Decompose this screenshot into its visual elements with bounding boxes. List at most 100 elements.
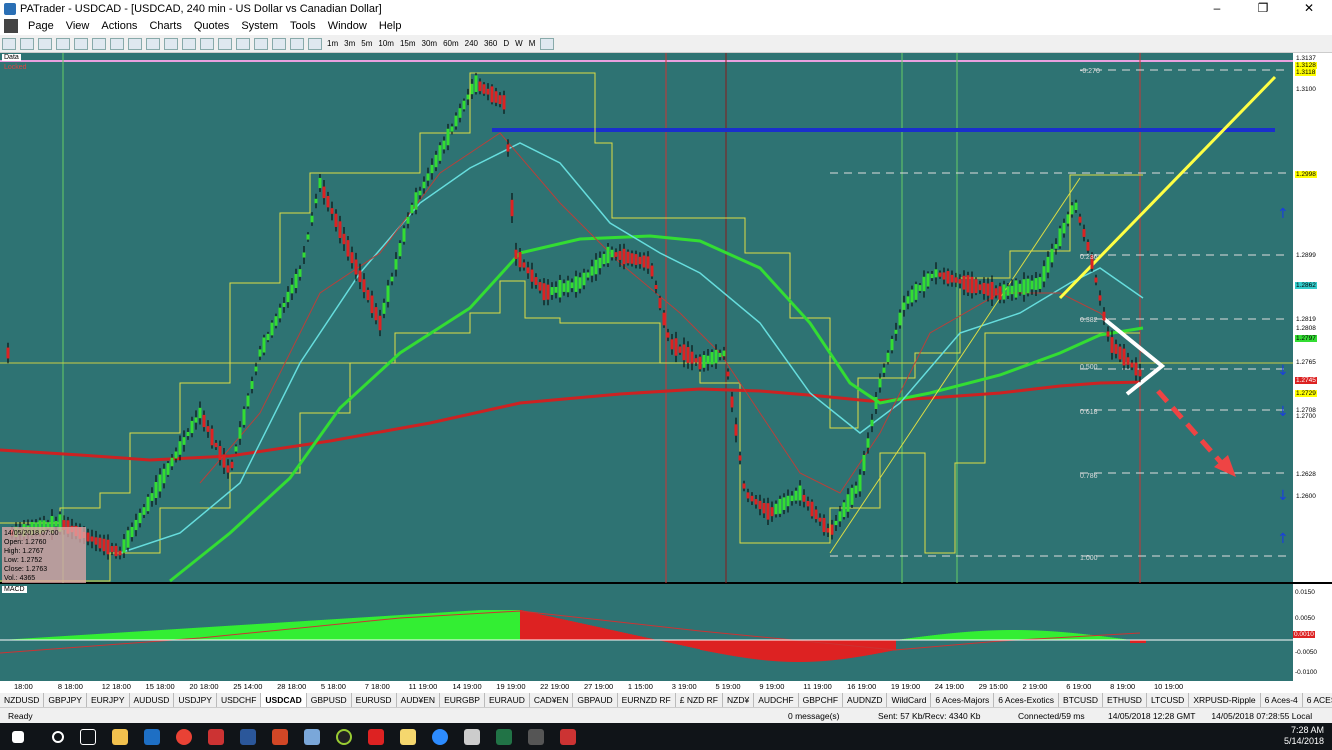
app-icon[interactable]	[368, 728, 384, 745]
tab-eurusd[interactable]: EURUSD	[352, 693, 397, 707]
menu-window[interactable]: Window	[322, 20, 373, 32]
grid-tool-icon[interactable]	[236, 37, 250, 50]
menu-system[interactable]: System	[235, 20, 284, 32]
word-icon[interactable]	[240, 728, 256, 745]
tab-gbpusd[interactable]: GBPUSD	[307, 693, 352, 707]
file-explorer-icon[interactable]	[112, 728, 128, 745]
chart-area[interactable]: ↑ ↓ ↓ ↓ ↑ Data Locked -0.270 0.236 0.382…	[0, 53, 1332, 693]
tab-cad-en[interactable]: CAD¥EN	[530, 693, 574, 707]
tab-ethusd[interactable]: ETHUSD	[1103, 693, 1147, 707]
macd-bar	[1008, 630, 1010, 640]
menu-quotes[interactable]: Quotes	[188, 20, 235, 32]
fib-tool-icon[interactable]	[200, 37, 214, 50]
candle-body	[746, 492, 750, 499]
app-icon[interactable]	[336, 728, 352, 745]
tab-nzdusd[interactable]: NZDUSD	[0, 693, 45, 707]
menu-actions[interactable]: Actions	[95, 20, 143, 32]
task-view-icon[interactable]	[80, 728, 96, 745]
menu-help[interactable]: Help	[373, 20, 408, 32]
tab-gbpjpy[interactable]: GBPJPY	[44, 693, 87, 707]
minimize-icon[interactable]: –	[1194, 0, 1240, 17]
tab-usdcad[interactable]: USDCAD	[261, 693, 307, 707]
tab-nzd-[interactable]: NZD¥	[723, 693, 755, 707]
tab-6-aces-4[interactable]: 6 Aces-4	[1261, 693, 1303, 707]
menu-tools[interactable]: Tools	[284, 20, 322, 32]
line-tool-icon[interactable]	[110, 37, 124, 50]
tab-eurjpy[interactable]: EURJPY	[87, 693, 130, 707]
clock-icon[interactable]	[540, 37, 555, 50]
grid-tool-icon[interactable]	[254, 37, 268, 50]
fib-tool-icon[interactable]	[164, 37, 178, 50]
excel-icon[interactable]	[496, 728, 512, 745]
tab-eurnzd-rf[interactable]: EURNZD RF	[618, 693, 676, 707]
app-icon[interactable]	[304, 728, 320, 745]
timeframe-3m[interactable]: 3m	[341, 39, 358, 48]
menu-charts[interactable]: Charts	[143, 20, 187, 32]
timeframe-d[interactable]: D	[500, 39, 512, 48]
tab-xrpusd-ripple[interactable]: XRPUSD-Ripple	[1189, 693, 1261, 707]
notes-icon[interactable]	[400, 728, 416, 745]
zoom-icon[interactable]	[432, 728, 448, 745]
timeframe-240[interactable]: 240	[462, 39, 481, 48]
timeframe-5m[interactable]: 5m	[358, 39, 375, 48]
line-tool-icon[interactable]	[128, 37, 142, 50]
tab-gbpchf[interactable]: GBPCHF	[799, 693, 844, 707]
timeframe-w[interactable]: W	[512, 39, 526, 48]
chrome-icon[interactable]	[176, 728, 192, 745]
grid-tool-icon[interactable]	[272, 37, 286, 50]
menu-view[interactable]: View	[60, 20, 96, 32]
tab-wildcard[interactable]: WildCard	[887, 693, 932, 707]
text-tool-icon[interactable]	[290, 37, 304, 50]
candle-body	[262, 337, 266, 353]
line-tool-icon[interactable]	[92, 37, 106, 50]
cross-icon[interactable]	[56, 37, 70, 50]
maximize-icon[interactable]: ❐	[1240, 0, 1286, 17]
app-icon[interactable]	[208, 728, 224, 745]
timeframe-360[interactable]: 360	[481, 39, 500, 48]
powerpoint-icon[interactable]	[272, 728, 288, 745]
tab--nzd-rf[interactable]: £ NZD RF	[676, 693, 723, 707]
tab-audusd[interactable]: AUDUSD	[130, 693, 175, 707]
app-icon[interactable]	[528, 728, 544, 745]
tool-icon[interactable]	[2, 37, 16, 50]
timeframe-m[interactable]: M	[526, 39, 539, 48]
windows-start-icon[interactable]	[12, 730, 24, 743]
taskbar-clock[interactable]: 7:28 AM 5/14/2018	[1284, 725, 1324, 747]
candle-body	[666, 332, 670, 338]
tool-icon[interactable]	[38, 37, 52, 50]
tab-euraud[interactable]: EURAUD	[485, 693, 530, 707]
menu-page[interactable]: Page	[22, 20, 60, 32]
timeframe-30m[interactable]: 30m	[419, 39, 441, 48]
patrader-icon[interactable]	[560, 728, 576, 745]
tab-eurgbp[interactable]: EURGBP	[440, 693, 485, 707]
tool-icon[interactable]	[20, 37, 34, 50]
outlook-icon[interactable]	[144, 728, 160, 745]
tab-gbpaud[interactable]: GBPAUD	[573, 693, 618, 707]
macd-bar	[768, 640, 770, 661]
tab-6-aces-exotics[interactable]: 6 Aces-Exotics	[994, 693, 1060, 707]
app-menu-icon[interactable]	[4, 19, 18, 33]
search-icon[interactable]	[52, 730, 64, 743]
tab-audchf[interactable]: AUDCHF	[754, 693, 799, 707]
timeframe-10m[interactable]: 10m	[375, 39, 397, 48]
tab-usdjpy[interactable]: USDJPY	[174, 693, 217, 707]
cursor-icon[interactable]	[74, 37, 88, 50]
timeframe-60m[interactable]: 60m	[440, 39, 462, 48]
erase-tool-icon[interactable]	[308, 37, 322, 50]
grid-tool-icon[interactable]	[218, 37, 232, 50]
price-chart[interactable]: ↑ ↓ ↓ ↓ ↑	[0, 53, 1332, 693]
fib-tool-icon[interactable]	[146, 37, 160, 50]
tab-usdchf[interactable]: USDCHF	[217, 693, 262, 707]
tab-btcusd[interactable]: BTCUSD	[1059, 693, 1103, 707]
tab-6-aces-2[interactable]: 6 ACES 2	[1303, 693, 1332, 707]
close-icon[interactable]: ✕	[1286, 0, 1332, 17]
fib-tool-icon[interactable]	[182, 37, 196, 50]
tab-aud-en[interactable]: AUD¥EN	[397, 693, 441, 707]
tab-ltcusd[interactable]: LTCUSD	[1147, 693, 1190, 707]
timeframe-1m[interactable]: 1m	[324, 39, 341, 48]
timeframe-15m[interactable]: 15m	[397, 39, 419, 48]
macd-bar	[560, 618, 562, 640]
tab-audnzd[interactable]: AUDNZD	[843, 693, 888, 707]
tab-6-aces-majors[interactable]: 6 Aces-Majors	[931, 693, 995, 707]
calculator-icon[interactable]	[464, 728, 480, 745]
